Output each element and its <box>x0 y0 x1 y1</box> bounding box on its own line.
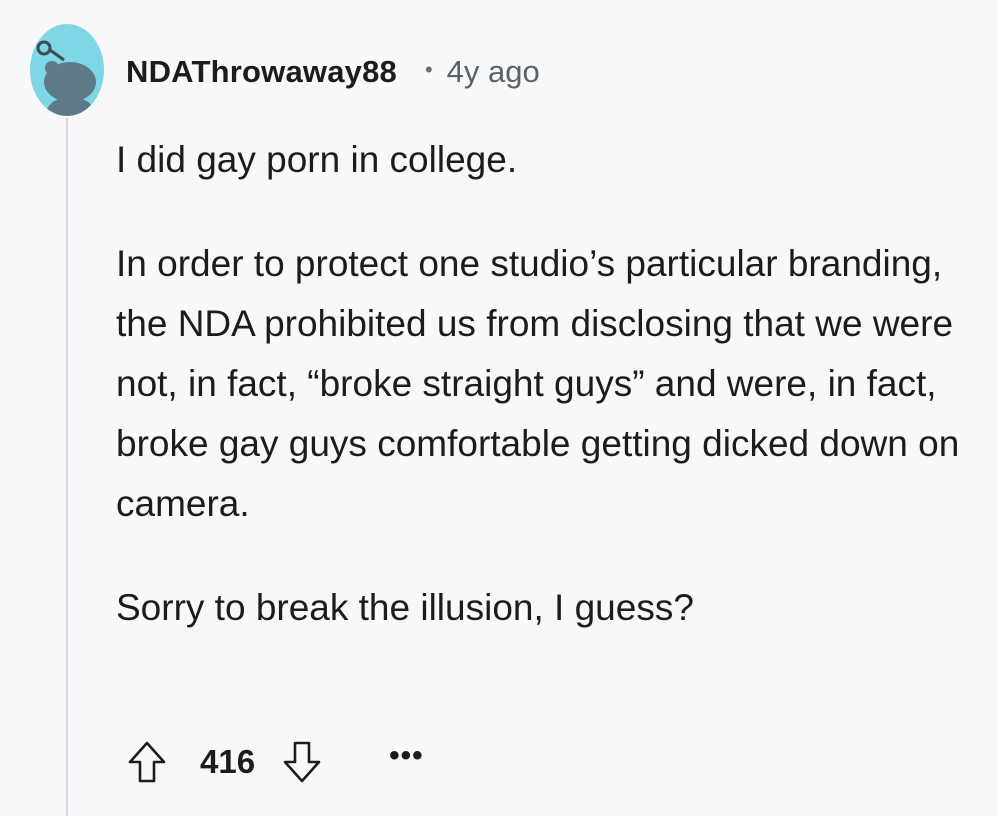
comment: NDAThrowaway88 • 4y ago I did gay porn i… <box>0 0 998 816</box>
comment-body: I did gay porn in college. In order to p… <box>116 130 976 638</box>
downvote-button[interactable] <box>279 736 325 788</box>
separator-dot: • <box>424 57 433 82</box>
comment-paragraph: In order to protect one studio’s particu… <box>116 243 960 524</box>
thread-line[interactable] <box>66 118 68 816</box>
more-options-button[interactable]: ••• <box>389 739 424 773</box>
upvote-button[interactable] <box>124 736 170 788</box>
comment-header: NDAThrowaway88 • 4y ago <box>126 48 540 96</box>
comment-paragraph: I did gay porn in college. <box>116 139 518 180</box>
comment-actions: 416 ••• <box>124 734 424 790</box>
snoo-avatar-icon <box>36 40 96 116</box>
username-link[interactable]: NDAThrowaway88 <box>126 54 397 90</box>
timestamp[interactable]: 4y ago <box>447 54 540 90</box>
user-avatar[interactable] <box>30 24 104 116</box>
vote-score: 416 <box>200 743 256 780</box>
comment-paragraph: Sorry to break the illusion, I guess? <box>116 587 694 628</box>
upvote-arrow-icon <box>128 741 166 783</box>
downvote-arrow-icon <box>283 741 321 783</box>
